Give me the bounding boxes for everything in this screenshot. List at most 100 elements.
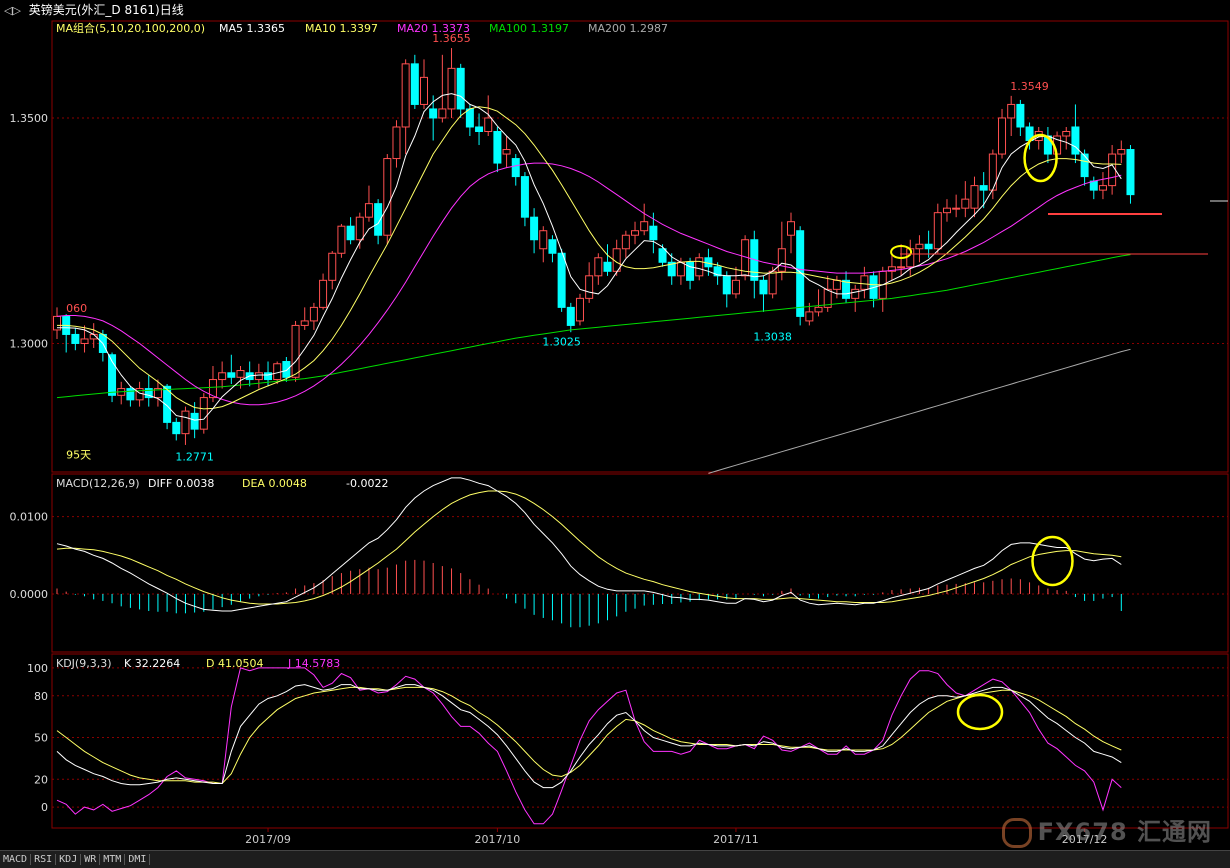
candle-up — [273, 363, 282, 381]
chart-canvas[interactable]: 1.35001.30000.01000.00001008050200 1.365… — [0, 20, 1230, 850]
candle-up — [254, 372, 263, 381]
nav-arrows-icon[interactable]: ◁▷ — [4, 4, 21, 17]
candle-up — [337, 225, 346, 254]
tab-wr[interactable]: WR — [81, 854, 101, 865]
candle-up — [1062, 130, 1071, 137]
candle-down — [842, 279, 851, 299]
candle-down — [1071, 126, 1080, 155]
candle-up — [695, 257, 704, 277]
dea-line — [56, 490, 1122, 605]
candle-down — [282, 361, 291, 378]
candle-down — [346, 225, 355, 241]
candle-up — [300, 320, 309, 326]
indicator-tabs: MACD RSI KDJ WR MTM DMI — [0, 850, 1230, 868]
candle-down — [548, 239, 557, 254]
candle-up — [631, 230, 640, 236]
candle-up — [860, 275, 869, 290]
candle-up — [392, 126, 401, 160]
highlight-ellipse — [956, 693, 1004, 731]
candle-up — [640, 221, 649, 232]
candle-up — [447, 67, 456, 110]
diff-line — [56, 477, 1122, 612]
candle-up — [355, 216, 364, 241]
candle-up — [676, 261, 685, 277]
tab-mtm[interactable]: MTM — [100, 854, 126, 865]
tab-dmi[interactable]: DMI — [125, 854, 151, 865]
kdj-tick-label: 0 — [41, 801, 48, 814]
price-annotation: 060 — [66, 302, 87, 315]
candle-up — [777, 248, 786, 272]
candle-down — [566, 306, 575, 326]
kdj-tick-label: 100 — [27, 662, 48, 675]
candle-down — [429, 108, 438, 119]
kdj-panel — [56, 667, 1122, 825]
candle-up — [787, 221, 795, 236]
candle-up — [585, 275, 594, 299]
chart-title: 英镑美元(外汇_D 8161)日线 — [28, 3, 184, 17]
candle-up — [832, 279, 841, 290]
watermark: FX678 汇通网 — [1001, 812, 1212, 848]
candle-up — [768, 270, 777, 295]
legend-entry: MACD(12,26,9) — [56, 477, 140, 490]
candle-up — [1098, 185, 1107, 191]
macd-tick-label: 0.0100 — [10, 511, 49, 524]
legend-entry: J 14.5783 — [287, 657, 340, 670]
candle-up — [539, 230, 548, 250]
candle-down — [456, 67, 465, 110]
candle-up — [309, 306, 318, 322]
ma5-line — [57, 93, 1122, 421]
x-tick-label: 2017/09 — [245, 833, 291, 846]
price-tick-label: 1.3500 — [10, 112, 49, 125]
candle-up — [328, 252, 337, 281]
candle-up — [438, 108, 447, 119]
price-panel: 1.36551.35491.3025 1.30381.277106095天 — [53, 32, 1135, 474]
candle-up — [291, 324, 300, 378]
candle-down — [1089, 180, 1098, 191]
legend-entry: MA5 1.3365 — [219, 22, 285, 35]
candle-up — [594, 257, 603, 277]
highlight-ellipse — [1023, 133, 1058, 183]
candle-down — [475, 126, 484, 132]
kdj-tick-label: 80 — [34, 690, 48, 703]
candle-down — [493, 130, 502, 164]
legend-entry: DEA 0.0048 — [242, 477, 307, 490]
x-tick-label: 2017/10 — [475, 833, 521, 846]
legend-entry: MA10 1.3397 — [305, 22, 378, 35]
candle-down — [126, 388, 135, 401]
window-title-bar: ◁▷ 英镑美元(外汇_D 8161)日线 — [0, 0, 1230, 20]
legend-entry: DIFF 0.0038 — [148, 477, 214, 490]
tab-macd[interactable]: MACD — [0, 854, 32, 865]
kdj-tick-label: 50 — [34, 732, 48, 745]
panel-frame — [51, 473, 1229, 653]
candle-down — [190, 412, 199, 430]
candle-up — [575, 297, 584, 322]
x-tick-label: 2017/11 — [713, 833, 759, 846]
candle-up — [1007, 103, 1016, 119]
macd-tick-label: 0.0000 — [10, 588, 49, 601]
legend-entry: K 32.2264 — [124, 657, 180, 670]
candle-down — [649, 225, 658, 241]
macd-panel — [56, 477, 1122, 628]
candle-up — [319, 279, 328, 308]
candle-down — [603, 261, 612, 272]
price-annotation: 1.2771 — [175, 451, 214, 464]
candle-down — [264, 372, 273, 381]
candle-up — [401, 63, 410, 128]
candle-down — [979, 185, 988, 191]
legend-entry: MA200 1.2987 — [588, 22, 668, 35]
ma10-line — [57, 106, 1122, 410]
candle-up — [731, 279, 740, 295]
candle-up — [383, 158, 392, 236]
candle-up — [1117, 149, 1126, 155]
candle-up — [933, 212, 942, 250]
tab-kdj[interactable]: KDJ — [56, 854, 82, 865]
j-line — [56, 667, 1122, 825]
price-annotation: 95天 — [66, 448, 91, 461]
candle-down — [722, 275, 731, 295]
candle-down — [924, 243, 933, 250]
candle-up — [970, 185, 979, 209]
legend-entry: MA20 1.3373 — [397, 22, 470, 35]
candle-up — [484, 117, 493, 132]
tab-rsi[interactable]: RSI — [31, 854, 57, 865]
price-tick-label: 1.3000 — [10, 337, 49, 350]
